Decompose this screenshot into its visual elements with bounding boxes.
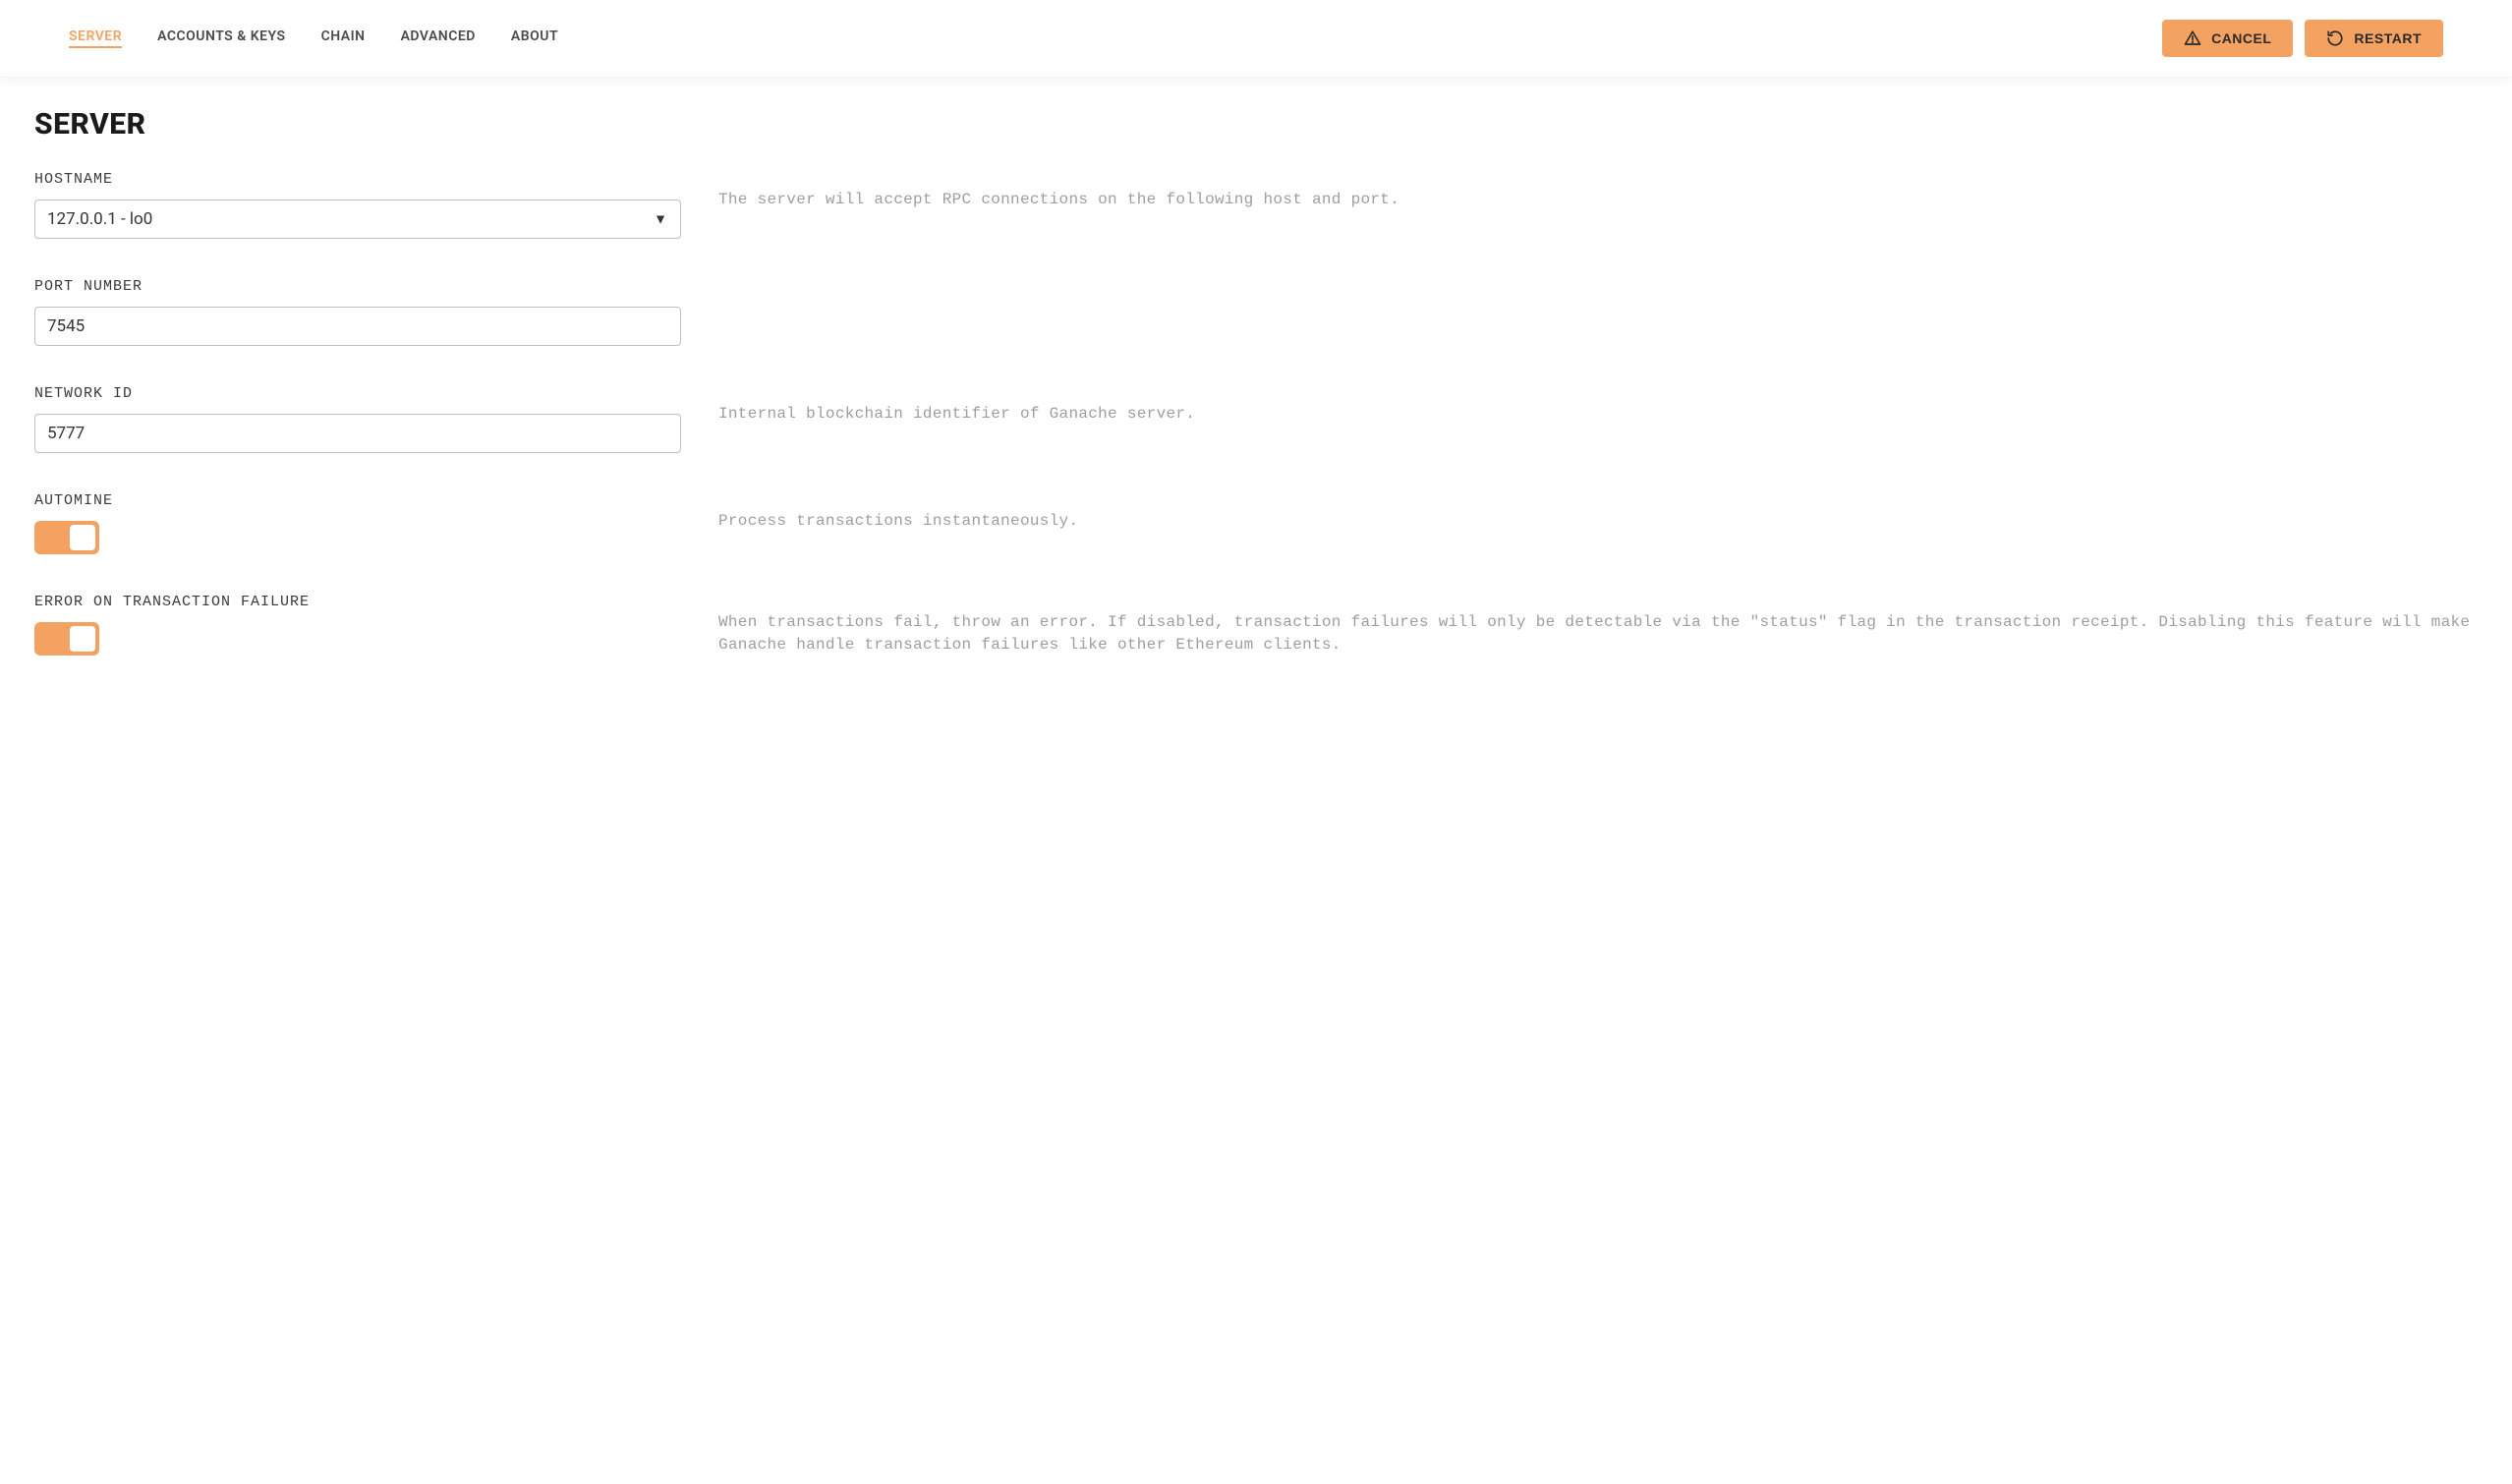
- network-id-desc: Internal blockchain identifier of Ganach…: [718, 403, 2478, 426]
- tab-advanced[interactable]: ADVANCED: [401, 29, 476, 48]
- field-automine-left: AUTOMINE: [34, 492, 681, 554]
- field-hostname-left: HOSTNAME 127.0.0.1 - lo0: [34, 171, 681, 239]
- tabs: SERVER ACCOUNTS & KEYS CHAIN ADVANCED AB…: [69, 29, 558, 48]
- port-label: PORT NUMBER: [34, 278, 681, 295]
- field-network-id-row: NETWORK ID Internal blockchain identifie…: [34, 385, 2478, 453]
- error-failure-toggle[interactable]: [34, 622, 99, 656]
- cancel-button-label: CANCEL: [2211, 30, 2271, 46]
- hostname-label: HOSTNAME: [34, 171, 681, 188]
- header-buttons: CANCEL RESTART: [2162, 20, 2443, 57]
- field-network-id-right: Internal blockchain identifier of Ganach…: [718, 385, 2478, 426]
- field-error-failure-left: ERROR ON TRANSACTION FAILURE: [34, 594, 681, 656]
- hostname-select-wrapper: 127.0.0.1 - lo0: [34, 200, 681, 239]
- field-network-id-left: NETWORK ID: [34, 385, 681, 453]
- restart-icon: [2326, 29, 2344, 47]
- field-hostname-right: The server will accept RPC connections o…: [718, 171, 2478, 211]
- tab-accounts-keys[interactable]: ACCOUNTS & KEYS: [157, 29, 286, 48]
- field-port-right: [718, 278, 2478, 296]
- tab-about[interactable]: ABOUT: [511, 29, 558, 48]
- field-error-failure-right: When transactions fail, throw an error. …: [718, 594, 2478, 656]
- hostname-select[interactable]: 127.0.0.1 - lo0: [34, 200, 681, 239]
- tab-server[interactable]: SERVER: [69, 29, 122, 48]
- restart-button[interactable]: RESTART: [2305, 20, 2443, 57]
- header: SERVER ACCOUNTS & KEYS CHAIN ADVANCED AB…: [0, 0, 2512, 78]
- network-id-label: NETWORK ID: [34, 385, 681, 402]
- automine-toggle[interactable]: [34, 521, 99, 554]
- field-port-left: PORT NUMBER: [34, 278, 681, 346]
- automine-toggle-handle: [70, 525, 95, 550]
- port-input[interactable]: [34, 307, 681, 346]
- cancel-button[interactable]: CANCEL: [2162, 20, 2293, 57]
- tab-chain[interactable]: CHAIN: [321, 29, 366, 48]
- network-id-input[interactable]: [34, 414, 681, 453]
- field-hostname-row: HOSTNAME 127.0.0.1 - lo0 The server will…: [34, 171, 2478, 239]
- content: SERVER HOSTNAME 127.0.0.1 - lo0 The serv…: [0, 78, 2512, 725]
- automine-desc: Process transactions instantaneously.: [718, 510, 2478, 533]
- warning-icon: [2184, 29, 2201, 47]
- automine-label: AUTOMINE: [34, 492, 681, 509]
- error-failure-label: ERROR ON TRANSACTION FAILURE: [34, 594, 681, 610]
- field-error-failure-row: ERROR ON TRANSACTION FAILURE When transa…: [34, 594, 2478, 656]
- field-automine-right: Process transactions instantaneously.: [718, 492, 2478, 533]
- field-automine-row: AUTOMINE Process transactions instantane…: [34, 492, 2478, 554]
- restart-button-label: RESTART: [2354, 30, 2422, 46]
- error-failure-desc: When transactions fail, throw an error. …: [718, 611, 2478, 656]
- error-failure-toggle-handle: [70, 626, 95, 652]
- field-port-row: PORT NUMBER: [34, 278, 2478, 346]
- page-title: SERVER: [34, 107, 2478, 142]
- hostname-desc: The server will accept RPC connections o…: [718, 189, 2478, 211]
